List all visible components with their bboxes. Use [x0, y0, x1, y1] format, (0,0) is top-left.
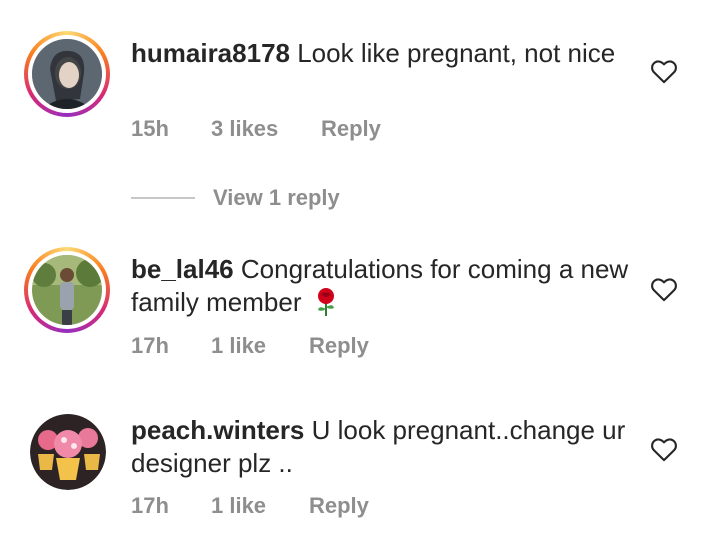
- comment-likes[interactable]: 1 like: [211, 333, 309, 359]
- comment-meta: 17h 1 like Reply: [131, 333, 369, 359]
- comment-time: 15h: [131, 116, 169, 141]
- comment-text: peach.winters U look pregnant..change ur…: [131, 414, 631, 480]
- user-avatar-icon: [32, 39, 102, 109]
- user-avatar-icon: [32, 255, 102, 325]
- reply-button[interactable]: Reply: [309, 333, 369, 359]
- avatar[interactable]: [30, 414, 106, 490]
- comment-text: be_lal46 Congratulations for coming a ne…: [131, 253, 631, 319]
- reply-button[interactable]: Reply: [309, 493, 369, 519]
- divider-line: [131, 197, 195, 199]
- comment-meta: 15h 3 likes Reply: [131, 116, 381, 142]
- comment-username[interactable]: peach.winters: [131, 415, 304, 445]
- comment-text: humaira8178 Look like pregnant, not nice: [131, 37, 631, 70]
- user-avatar-icon: [30, 414, 106, 490]
- comment-body: Look like pregnant, not nice: [297, 38, 616, 68]
- avatar[interactable]: [24, 31, 110, 117]
- heart-outline-icon[interactable]: [650, 436, 678, 462]
- heart-outline-icon[interactable]: [650, 276, 678, 302]
- comment-meta: 17h 1 like Reply: [131, 493, 369, 519]
- rose-icon: [317, 288, 334, 316]
- comment-time: 17h: [131, 333, 169, 358]
- comment-username[interactable]: be_lal46: [131, 254, 234, 284]
- view-replies-label[interactable]: View 1 reply: [213, 185, 340, 211]
- comment-likes[interactable]: 3 likes: [211, 116, 321, 142]
- comment-likes[interactable]: 1 like: [211, 493, 309, 519]
- comment-username[interactable]: humaira8178: [131, 38, 290, 68]
- reply-button[interactable]: Reply: [321, 116, 381, 142]
- comment-time: 17h: [131, 493, 169, 518]
- avatar[interactable]: [24, 247, 110, 333]
- view-replies-button[interactable]: View 1 reply: [131, 184, 340, 212]
- heart-outline-icon[interactable]: [650, 58, 678, 84]
